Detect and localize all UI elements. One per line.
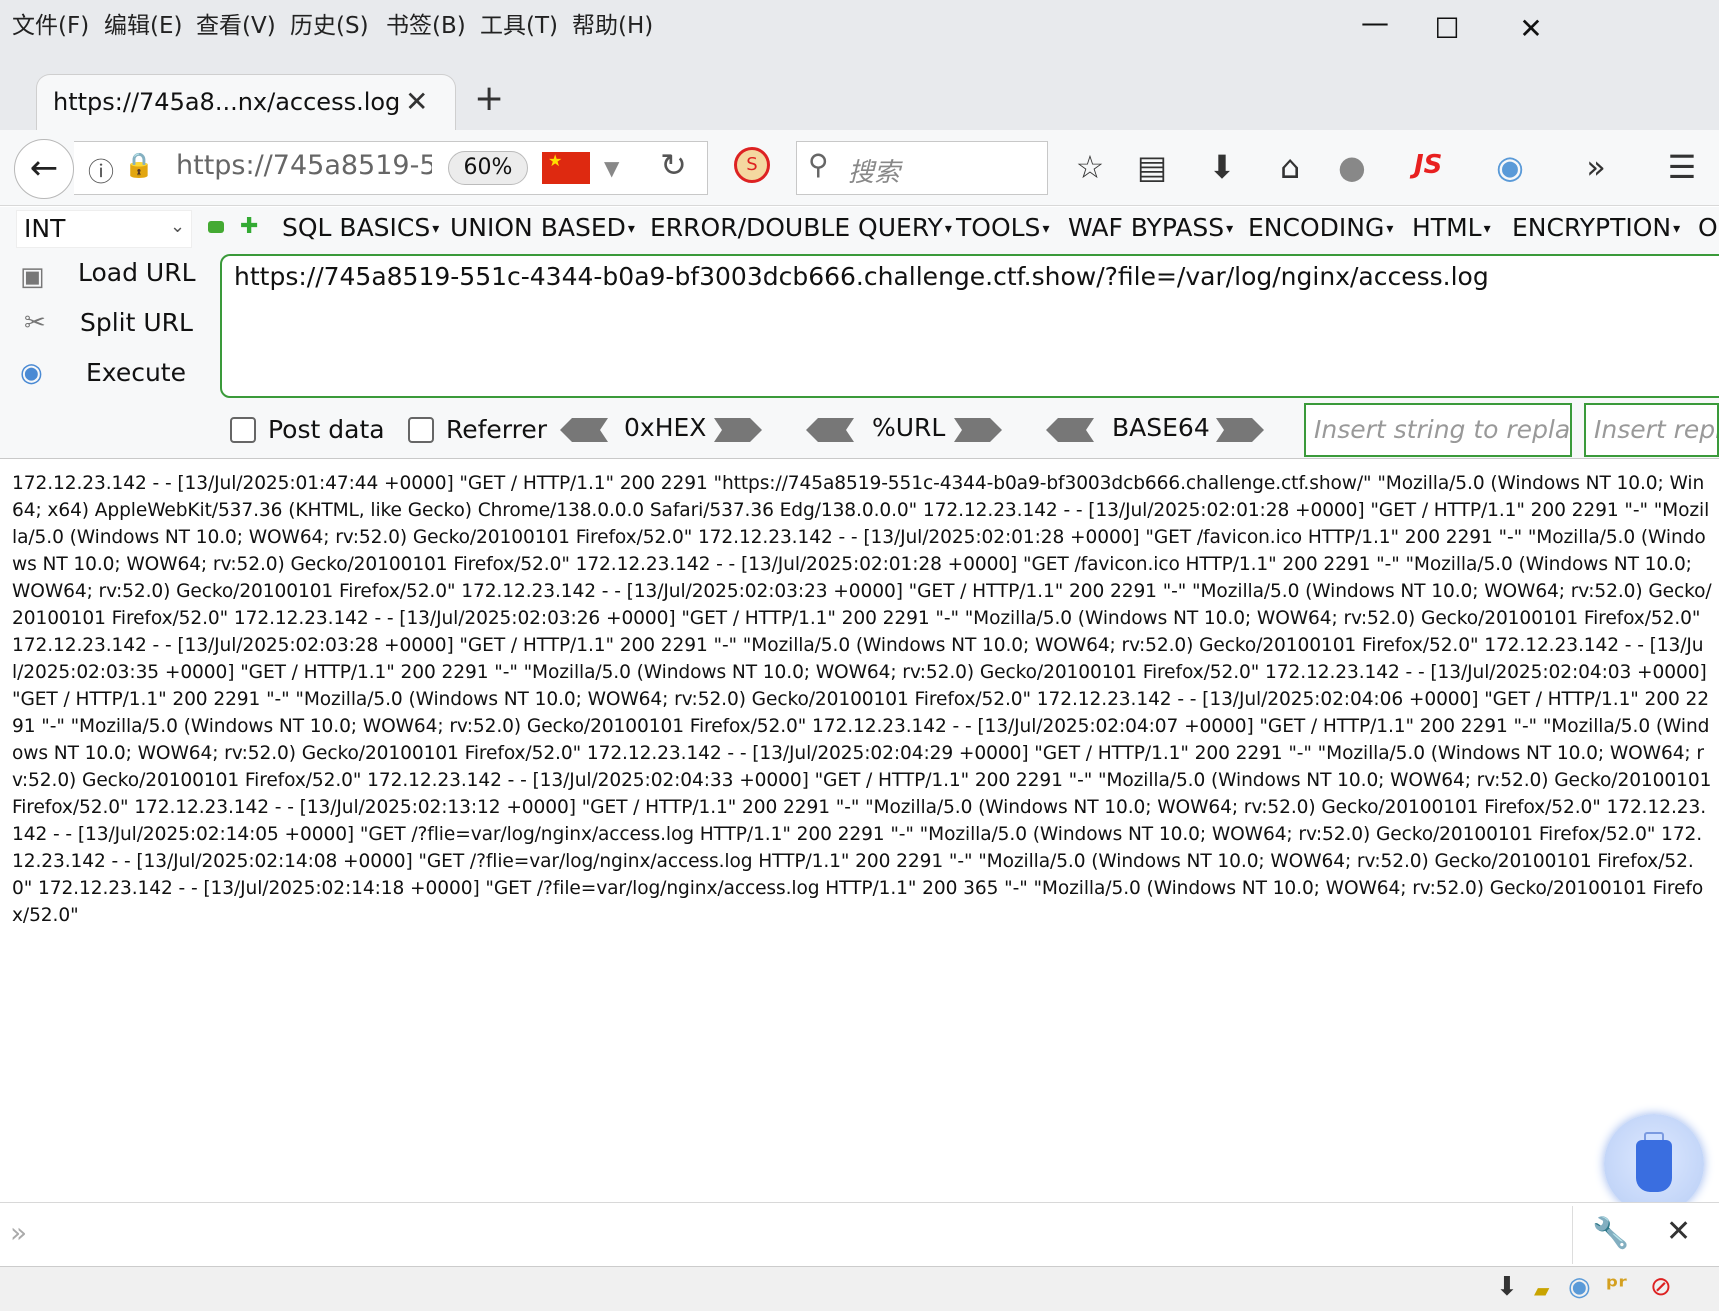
- globe-icon[interactable]: ●: [1332, 148, 1372, 186]
- base64-encode-arrow-icon[interactable]: [1216, 418, 1264, 442]
- menu-other[interactable]: O: [1698, 213, 1718, 242]
- scissors-icon: ✂: [24, 308, 46, 338]
- split-url-button[interactable]: Split URL: [80, 308, 193, 337]
- load-url-icon: ▣: [20, 262, 45, 292]
- menu-help[interactable]: 帮助(H): [572, 6, 653, 40]
- base64-label: BASE64: [1112, 413, 1210, 442]
- tab-title: https://745a8...nx/access.log: [53, 88, 401, 116]
- chevron-right-icon: »: [10, 1216, 28, 1249]
- noscript-icon[interactable]: S: [734, 147, 770, 183]
- reload-icon[interactable]: ↻: [660, 146, 687, 184]
- reading-list-icon[interactable]: ▤: [1132, 148, 1172, 186]
- menu-bookmarks[interactable]: 书签(B): [386, 6, 466, 40]
- base64-decode-arrow-icon[interactable]: [1046, 418, 1094, 442]
- hex-decode-arrow-icon[interactable]: [560, 418, 608, 442]
- menu-encryption[interactable]: ENCRYPTION ▾: [1512, 213, 1680, 242]
- post-data-label: Post data: [268, 415, 385, 444]
- referrer-checkbox[interactable]: [408, 417, 434, 443]
- menu-tools[interactable]: TOOLS ▾: [956, 213, 1049, 242]
- extension-icon[interactable]: ◉: [1568, 1272, 1591, 1302]
- window-close-icon[interactable]: ✕: [1516, 14, 1546, 44]
- menu-file[interactable]: 文件(F): [12, 6, 89, 40]
- overflow-icon[interactable]: »: [1576, 148, 1616, 186]
- extension-icon[interactable]: ◉: [1490, 148, 1530, 186]
- info-icon[interactable]: ⓘ: [88, 152, 114, 189]
- address-text[interactable]: https://745a8519-5: [176, 150, 432, 181]
- flag-star-icon: ★: [548, 151, 563, 170]
- search-icon: ⚲: [808, 148, 829, 181]
- menu-encoding[interactable]: ENCODING ▾: [1248, 213, 1393, 242]
- menu-tools[interactable]: 工具(T): [480, 6, 558, 40]
- minimize-icon[interactable]: —: [1360, 8, 1390, 38]
- url-label: %URL: [872, 413, 946, 442]
- load-url-button[interactable]: Load URL: [78, 258, 196, 287]
- js-icon[interactable]: JS: [1414, 150, 1442, 180]
- menu-waf-bypass[interactable]: WAF BYPASS ▾: [1068, 213, 1233, 242]
- maximize-icon[interactable]: ☐: [1432, 14, 1462, 44]
- download-icon[interactable]: ⬇: [1202, 148, 1242, 186]
- page-content: 172.12.23.142 - - [13/Jul/2025:01:47:44 …: [12, 473, 1712, 926]
- chevron-down-icon: ⌄: [170, 216, 186, 237]
- hamburger-menu-icon[interactable]: ☰: [1662, 148, 1702, 186]
- browser-window: 文件(F) 编辑(E) 查看(V) 历史(S) 书签(B) 工具(T) 帮助(H…: [0, 0, 1719, 1311]
- injection-type-value: INT: [24, 214, 66, 243]
- referrer-label: Referrer: [446, 415, 548, 444]
- decrement-icon[interactable]: [208, 221, 224, 233]
- close-icon[interactable]: ✕: [1666, 1214, 1691, 1249]
- back-icon[interactable]: ←: [14, 139, 74, 199]
- menu-view[interactable]: 查看(V): [196, 6, 276, 40]
- noscript-icon[interactable]: ⊘: [1650, 1272, 1672, 1302]
- hex-encode-arrow-icon[interactable]: [714, 418, 762, 442]
- chevron-down-icon[interactable]: ▼: [604, 156, 619, 180]
- menu-history[interactable]: 历史(S): [290, 6, 369, 40]
- tab-close-icon[interactable]: ✕: [405, 85, 428, 118]
- hackbar-url-text[interactable]: https://745a8519-551c-4344-b0a9-bf3003dc…: [234, 262, 1489, 291]
- divider: [1572, 1206, 1573, 1264]
- tab-active[interactable]: https://745a8...nx/access.log ✕: [36, 74, 456, 132]
- star-icon[interactable]: ☆: [1070, 148, 1110, 186]
- lock-warning-icon[interactable]: 🔒: [124, 151, 154, 179]
- url-encode-arrow-icon[interactable]: [954, 418, 1002, 442]
- hackbar-url-textarea[interactable]: https://745a8519-551c-4344-b0a9-bf3003dc…: [220, 254, 1719, 398]
- command-bar[interactable]: [0, 1202, 1719, 1266]
- wrench-icon[interactable]: 🔧: [1592, 1216, 1629, 1251]
- replace-string-input[interactable]: Insert string to replace: [1304, 403, 1572, 457]
- hex-label: 0xHEX: [624, 413, 707, 442]
- search-placeholder: 搜索: [848, 158, 901, 188]
- menu-union-based[interactable]: UNION BASED ▾: [450, 213, 635, 242]
- home-icon[interactable]: ⌂: [1270, 148, 1310, 186]
- pocket-icon[interactable]: ▰: [1534, 1278, 1549, 1302]
- search-input[interactable]: [796, 141, 1048, 195]
- usb-icon: [1636, 1140, 1672, 1192]
- download-icon[interactable]: ⬇: [1496, 1272, 1518, 1302]
- zoom-level[interactable]: 60%: [448, 151, 528, 185]
- replacing-string-input[interactable]: Insert replacing string: [1584, 403, 1719, 457]
- execute-icon: ◉: [20, 358, 43, 388]
- post-data-checkbox[interactable]: [230, 417, 256, 443]
- status-bar: [0, 1266, 1719, 1311]
- execute-button[interactable]: Execute: [86, 358, 186, 387]
- menu-error-double-query[interactable]: ERROR/DOUBLE QUERY ▾: [650, 213, 952, 242]
- increment-icon[interactable]: ✚: [240, 214, 258, 239]
- pr-icon[interactable]: ᵖʳ: [1606, 1272, 1627, 1302]
- menu-html[interactable]: HTML ▾: [1412, 213, 1491, 242]
- menu-sql-basics[interactable]: SQL BASICS ▾: [282, 213, 439, 242]
- menu-edit[interactable]: 编辑(E): [104, 6, 182, 40]
- url-decode-arrow-icon[interactable]: [806, 418, 854, 442]
- new-tab-icon[interactable]: +: [474, 78, 504, 119]
